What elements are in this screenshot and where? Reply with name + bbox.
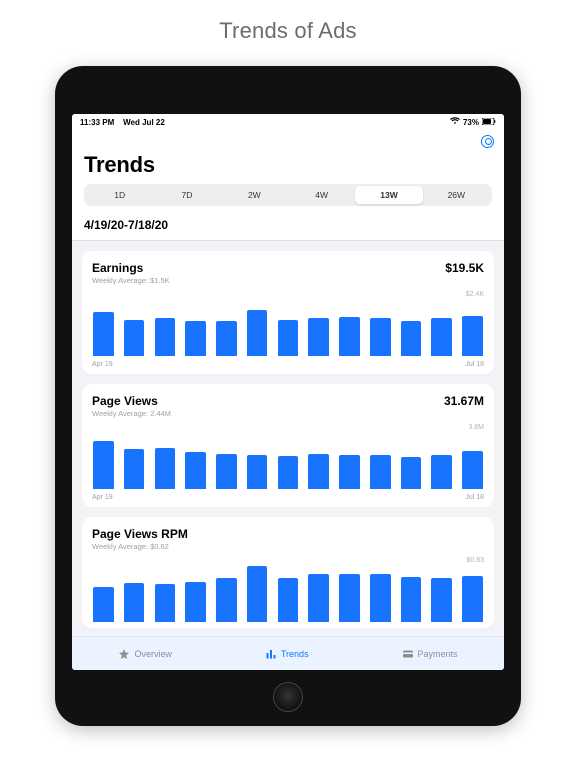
card-page-views-rpm: Page Views RPMWeekly Average: $0.62 $0.83: [82, 517, 494, 628]
bar: [431, 578, 452, 622]
status-bar: 11:33 PM Wed Jul 22 73%: [72, 114, 504, 130]
bar: [431, 455, 452, 489]
chart-bars: [92, 433, 484, 489]
bar: [462, 316, 483, 356]
card-icon: [402, 648, 414, 660]
cards-scroll[interactable]: EarningsWeekly Average: $1.5K $19.5K $2.4K…: [72, 241, 504, 636]
tab-trends[interactable]: Trends: [265, 648, 309, 660]
card-subtitle: Weekly Average: 2.44M: [92, 409, 171, 418]
status-battery-text: 73%: [463, 118, 479, 127]
tab-overview[interactable]: Overview: [118, 648, 172, 660]
x-start: Apr 19: [92, 494, 113, 501]
screen-title: Trends: [84, 152, 492, 178]
card-value: $19.5K: [445, 261, 484, 275]
segment-2w[interactable]: 2W: [221, 186, 288, 204]
title-row: Trends: [72, 152, 504, 184]
bar: [216, 321, 237, 356]
screen: 11:33 PM Wed Jul 22 73% Trends 1D7D2W4W1…: [72, 114, 504, 670]
x-labels: Apr 19 Jul 18: [92, 361, 484, 368]
x-end: Jul 18: [465, 494, 484, 501]
bar: [278, 456, 299, 489]
segment-4w[interactable]: 4W: [288, 186, 355, 204]
segment-7d[interactable]: 7D: [153, 186, 220, 204]
x-labels: Apr 19 Jul 18: [92, 494, 484, 501]
card-subtitle: Weekly Average: $0.62: [92, 542, 188, 551]
bar: [155, 448, 176, 489]
bar: [155, 584, 176, 622]
x-start: Apr 19: [92, 361, 113, 368]
bar: [185, 582, 206, 622]
bar: [216, 454, 237, 489]
status-time: 11:33 PM: [80, 118, 114, 127]
bar: [247, 455, 268, 489]
bar: [308, 574, 329, 622]
y-max-label: $0.83: [92, 557, 484, 564]
card-earnings: EarningsWeekly Average: $1.5K $19.5K $2.4K…: [82, 251, 494, 374]
chart-bars: [92, 566, 484, 622]
chart-bars: [92, 300, 484, 356]
card-page-views: Page ViewsWeekly Average: 2.44M 31.67M 3.8…: [82, 384, 494, 507]
bar: [339, 455, 360, 489]
status-date: Wed Jul 22: [123, 118, 165, 127]
segment-26w[interactable]: 26W: [423, 186, 490, 204]
bar: [462, 451, 483, 489]
y-max-label: $2.4K: [92, 291, 484, 298]
bar: [216, 578, 237, 622]
bar: [93, 587, 114, 622]
tab-bar: Overview Trends Payments: [72, 636, 504, 670]
tab-payments[interactable]: Payments: [402, 648, 458, 660]
bar: [370, 455, 391, 489]
card-title: Page Views: [92, 394, 171, 408]
bar: [401, 457, 422, 489]
bar: [93, 441, 114, 489]
bar: [370, 318, 391, 356]
bar: [185, 452, 206, 489]
bars-icon: [265, 648, 277, 660]
bar: [308, 318, 329, 356]
segment-1d[interactable]: 1D: [86, 186, 153, 204]
bar: [462, 576, 483, 622]
bar: [124, 320, 145, 356]
bar: [308, 454, 329, 489]
card-title: Page Views RPM: [92, 527, 188, 541]
page-title: Trends of Ads: [219, 18, 357, 44]
tab-label: Payments: [418, 649, 458, 659]
card-subtitle: Weekly Average: $1.5K: [92, 276, 170, 285]
tab-label: Overview: [134, 649, 172, 659]
y-max-label: 3.8M: [92, 424, 484, 431]
bar: [339, 317, 360, 356]
bar: [247, 310, 268, 356]
date-range: 4/19/20-7/18/20: [72, 214, 504, 241]
header-bar: [72, 130, 504, 152]
bar: [401, 577, 422, 622]
home-button[interactable]: [273, 682, 303, 712]
bar: [155, 318, 176, 356]
bar: [185, 321, 206, 356]
segment-13w[interactable]: 13W: [355, 186, 422, 204]
star-icon: [118, 648, 130, 660]
battery-icon: [482, 118, 496, 127]
time-range-segmented: 1D7D2W4W13W26W: [72, 184, 504, 214]
bar: [370, 574, 391, 622]
bar: [124, 583, 145, 622]
bar: [401, 321, 422, 356]
device-frame: 11:33 PM Wed Jul 22 73% Trends 1D7D2W4W1…: [55, 66, 521, 726]
card-title: Earnings: [92, 261, 170, 275]
bar: [278, 578, 299, 622]
bar: [247, 566, 268, 622]
account-icon[interactable]: [481, 135, 494, 148]
bar: [278, 320, 299, 356]
bar: [339, 574, 360, 622]
tab-label: Trends: [281, 649, 309, 659]
x-end: Jul 18: [465, 361, 484, 368]
bar: [124, 449, 145, 489]
card-value: 31.67M: [444, 394, 484, 408]
bar: [431, 318, 452, 356]
wifi-icon: [450, 117, 460, 127]
bar: [93, 312, 114, 356]
